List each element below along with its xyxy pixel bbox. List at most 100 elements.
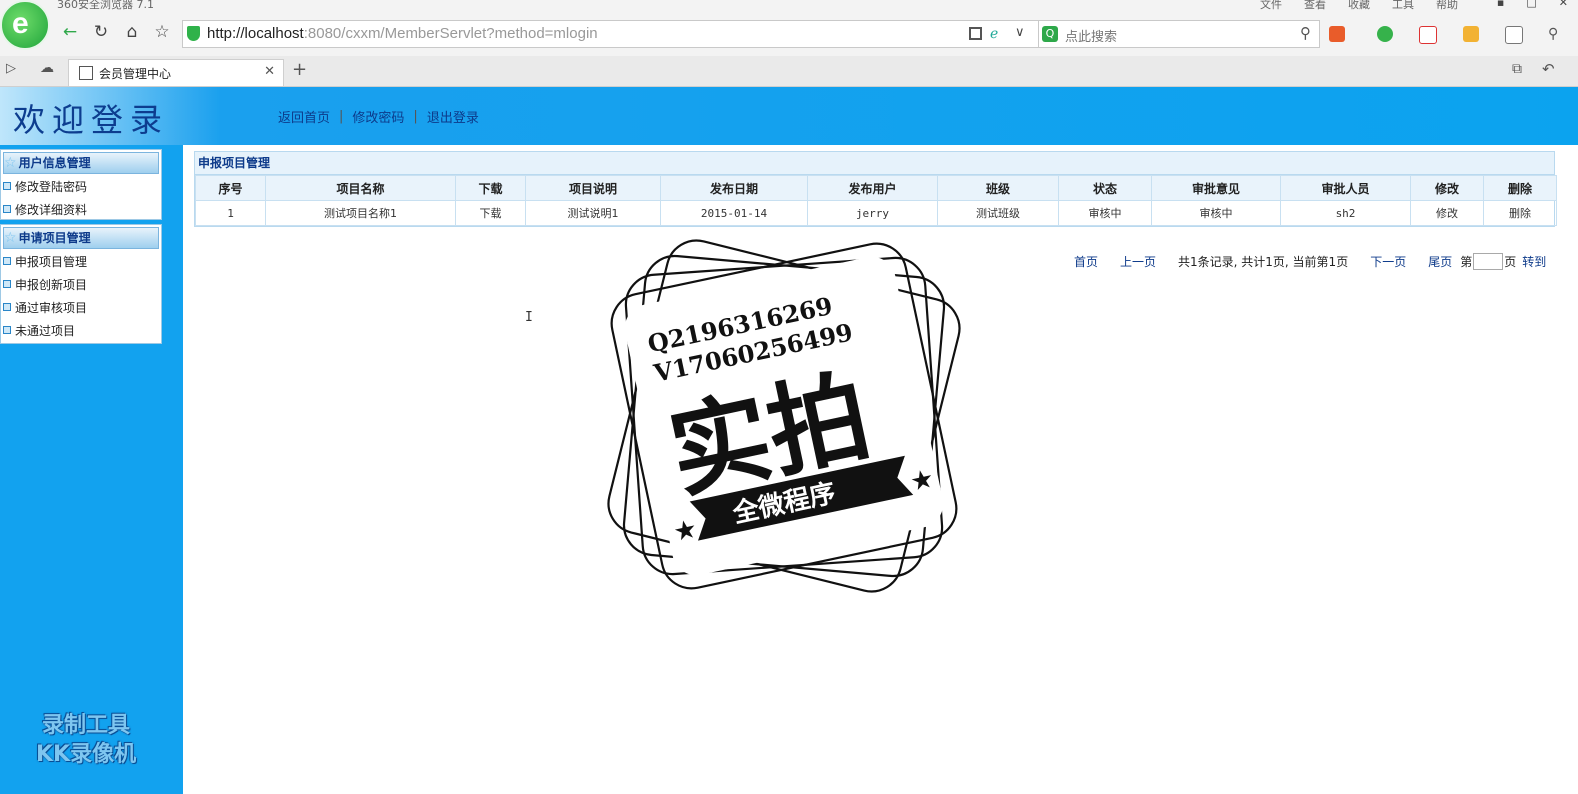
sidebar-group-header[interactable]: ☆ 用户信息管理 (3, 152, 159, 174)
search-engine-icon[interactable]: Q (1042, 26, 1058, 42)
favorite-star-icon[interactable]: ☆ (152, 22, 172, 42)
search-icon[interactable]: ⚲ (1300, 24, 1311, 42)
page-title: 欢迎登录 (13, 101, 170, 139)
speed-mode-icon[interactable]: ℯ (990, 26, 998, 42)
pdf-icon[interactable] (1419, 26, 1437, 44)
pager-first[interactable]: 首页 (1074, 253, 1098, 270)
sidebar-item-edit-profile[interactable]: 修改详细资料 (1, 199, 161, 222)
sidebar-item-innovation-project[interactable]: 申报创新项目 (1, 274, 161, 297)
goto-button[interactable]: 转到 (1522, 253, 1546, 270)
window-controls: ▪ □ ✕ (1497, 0, 1568, 9)
qrcode-icon[interactable] (969, 27, 982, 40)
cell-approver: sh2 (1280, 200, 1411, 226)
edit-link[interactable]: 修改 (1410, 200, 1484, 226)
cell-project-name: 测试项目名称1 (265, 200, 456, 226)
screenshot-icon[interactable] (1505, 26, 1523, 44)
cloud-icon[interactable]: ☁ (40, 60, 54, 76)
game-icon[interactable] (1463, 26, 1479, 42)
pager-prev[interactable]: 上一页 (1120, 253, 1156, 270)
table-row: 1 测试项目名称1 下载 测试说明1 2015-01-14 jerry 测试班级… (195, 200, 1557, 226)
sidebar-item-change-login-password[interactable]: 修改登陆密码 (1, 176, 161, 199)
security-shield-icon (187, 26, 200, 41)
menu-tools[interactable]: 工具 (1392, 0, 1414, 12)
refresh-icon[interactable]: ↻ (91, 22, 111, 42)
navigation-bar: ← ↻ ⌂ ☆ http://localhost:8080/cxxm/Membe… (0, 12, 1578, 56)
column-header: 发布日期 (660, 175, 808, 201)
restore-tabs-icon[interactable]: ⧉ (1512, 61, 1522, 77)
cell-user: jerry (807, 200, 938, 226)
close-tab-icon[interactable]: ✕ (264, 64, 275, 79)
pager-info: 共1条记录, 共计1页, 当前第1页 (1178, 255, 1349, 269)
menu-view[interactable]: 查看 (1304, 0, 1326, 12)
tab-bar: ▷ ☁ 会员管理中心 ✕ + ⧉ ↶ (0, 56, 1578, 87)
link-logout[interactable]: 退出登录 (427, 107, 479, 126)
table-header-row: 序号 项目名称 下载 项目说明 发布日期 发布用户 班级 状态 审批意见 审批人… (195, 175, 1557, 201)
column-header: 序号 (195, 175, 266, 201)
download-link[interactable]: 下载 (455, 200, 526, 226)
maximize-icon[interactable]: □ (1526, 0, 1536, 9)
pager-next[interactable]: 下一页 (1370, 253, 1406, 270)
menu-favorites[interactable]: 收藏 (1348, 0, 1370, 12)
app-title: 360安全浏览器 7.1 (57, 0, 154, 11)
star-icon: ☆ (4, 155, 17, 171)
chevron-down-icon[interactable]: ∨ (1015, 25, 1025, 40)
new-tab-icon[interactable]: + (292, 59, 307, 80)
column-header: 状态 (1058, 175, 1152, 201)
column-header: 审批人员 (1280, 175, 1411, 201)
sidebar-item-approved-projects[interactable]: 通过审核项目 (1, 297, 161, 320)
star-icon: ☆ (4, 230, 17, 246)
column-header: 发布用户 (807, 175, 938, 201)
search-placeholder: 点此搜索 (1065, 30, 1118, 45)
magnifier-icon[interactable]: ⚲ (1548, 26, 1564, 42)
sidebar-item-project-management[interactable]: 申报项目管理 (1, 251, 161, 274)
cell-description: 测试说明1 (525, 200, 661, 226)
bullet-icon (3, 326, 11, 334)
sidebar-item-rejected-projects[interactable]: 未通过项目 (1, 320, 161, 343)
cell-status: 审核中 (1058, 200, 1152, 226)
bullet-icon (3, 280, 11, 288)
url-text: http://localhost:8080/cxxm/MemberServlet… (207, 25, 598, 42)
back-icon[interactable]: ← (60, 22, 80, 42)
tab-title: 会员管理中心 (99, 67, 172, 81)
search-box[interactable]: Q 点此搜索 ⚲ (1038, 20, 1320, 48)
column-header: 项目名称 (265, 175, 456, 201)
main-content: 申报项目管理 序号 项目名称 下载 项目说明 发布日期 发布用户 班级 状态 审… (194, 151, 1557, 270)
page-number-input[interactable] (1473, 253, 1504, 270)
cell-opinion: 审核中 (1151, 200, 1281, 226)
bullet-icon (3, 303, 11, 311)
panel-title: 申报项目管理 (195, 152, 1554, 175)
link-home[interactable]: 返回首页 (278, 107, 330, 126)
separator: | (339, 109, 344, 124)
security-guard-icon[interactable] (1377, 26, 1393, 42)
menu-bar: 文件 查看 收藏 工具 帮助 (1260, 0, 1458, 12)
sidebar-toggle-icon[interactable]: ▷ (6, 61, 16, 76)
minimize-icon[interactable]: ▪ (1497, 0, 1504, 9)
project-panel: 申报项目管理 序号 项目名称 下载 项目说明 发布日期 发布用户 班级 状态 审… (194, 151, 1557, 227)
close-window-icon[interactable]: ✕ (1559, 0, 1568, 9)
header-banner: 欢迎登录 返回首页 | 修改密码 | 退出登录 (0, 87, 1578, 145)
page-icon (79, 66, 93, 80)
bullet-icon (3, 205, 11, 213)
delete-link[interactable]: 删除 (1483, 200, 1557, 226)
column-header: 项目说明 (525, 175, 661, 201)
window-titlebar: 360安全浏览器 7.1 文件 查看 收藏 工具 帮助 ▪ □ ✕ (0, 0, 1578, 12)
text-cursor-icon: I (525, 310, 533, 325)
separator: | (413, 109, 418, 124)
menu-file[interactable]: 文件 (1260, 0, 1282, 12)
cell-date: 2015-01-14 (660, 200, 808, 226)
undo-close-icon[interactable]: ↶ (1542, 60, 1555, 78)
tab-member-center[interactable]: 会员管理中心 ✕ (68, 59, 284, 86)
address-bar[interactable]: http://localhost:8080/cxxm/MemberServlet… (182, 20, 1040, 48)
browser-logo-icon: e (0, 0, 50, 50)
pager-last[interactable]: 尾页 (1428, 253, 1452, 270)
link-change-password[interactable]: 修改密码 (352, 107, 404, 126)
home-icon[interactable]: ⌂ (122, 22, 142, 42)
column-header: 下载 (455, 175, 526, 201)
goto-suffix: 页 (1504, 255, 1517, 269)
top-links: 返回首页 | 修改密码 | 退出登录 (278, 107, 479, 126)
sidebar-group-header[interactable]: ☆ 申请项目管理 (3, 227, 159, 249)
menu-help[interactable]: 帮助 (1436, 0, 1458, 12)
cell-index: 1 (195, 200, 266, 226)
sidebar-group-project: ☆ 申请项目管理 申报项目管理 申报创新项目 通过审核项目 未通过项目 (0, 224, 162, 344)
apps-icon[interactable] (1329, 26, 1345, 42)
